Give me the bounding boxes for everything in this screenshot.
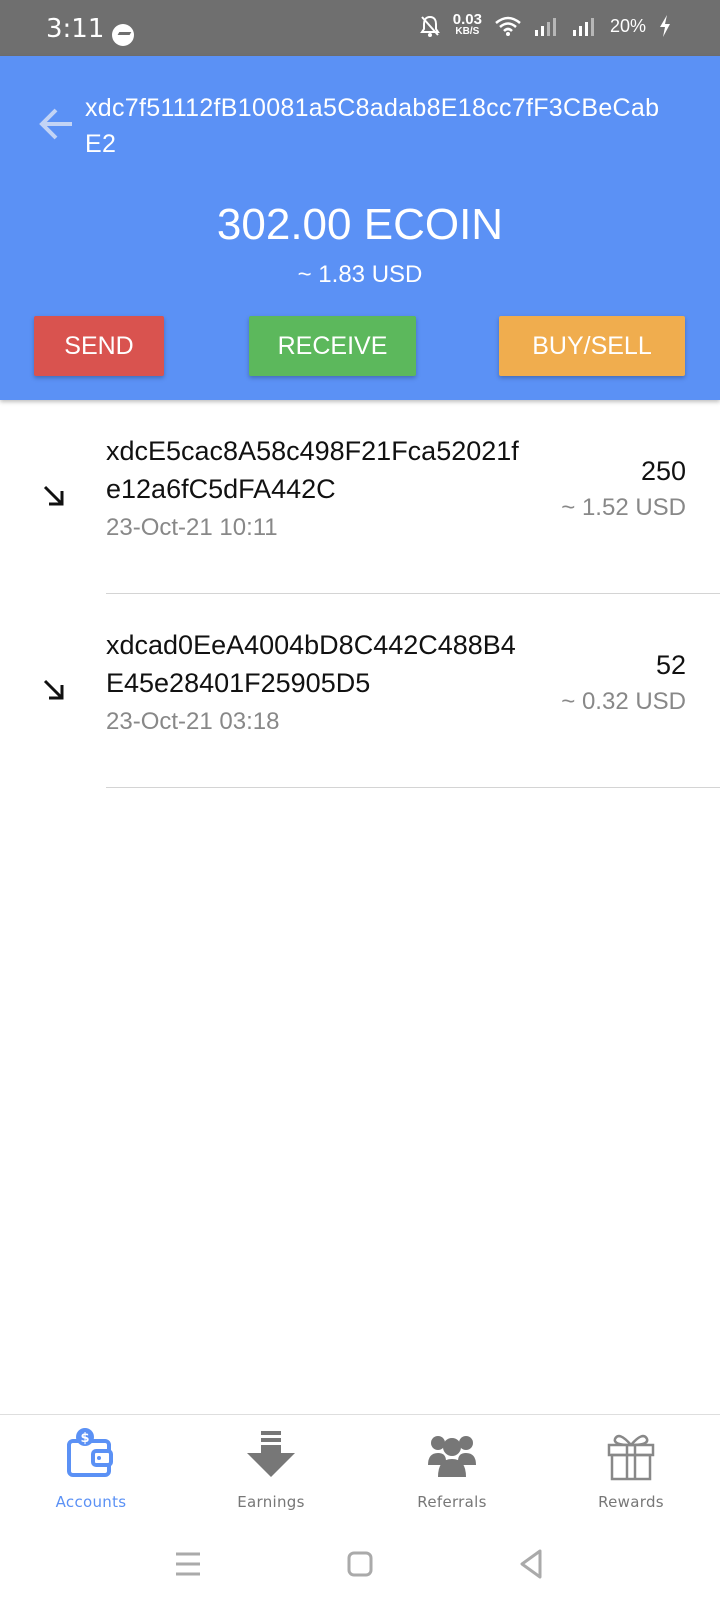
transaction-address: xdcad0EeA4004bD8C442C488B4E45e28401F2590…: [106, 630, 516, 698]
group-icon: [424, 1427, 480, 1483]
gift-icon: [603, 1427, 659, 1483]
nav-label-referrals: Referrals: [417, 1493, 487, 1511]
account-header: xdc7f51112fB10081a5C8adab8E18cc7fF3CBeCa…: [0, 56, 720, 400]
incoming-arrow-icon: [42, 484, 66, 508]
nav-item-referrals[interactable]: Referrals: [377, 1427, 527, 1527]
send-button[interactable]: SEND: [34, 316, 164, 376]
nav-item-earnings[interactable]: Earnings: [196, 1427, 346, 1527]
divider: [106, 787, 720, 788]
account-balance: 302.00 ECOIN: [216, 200, 504, 249]
incoming-arrow-icon: [42, 678, 66, 702]
system-navigation-bar: [0, 1528, 720, 1600]
network-speed-value: 0.03: [452, 11, 482, 28]
transaction-row[interactable]: xdcad0EeA4004bD8C442C488B4E45e28401F2590…: [0, 594, 720, 788]
nav-label-rewards: Rewards: [598, 1493, 664, 1511]
transaction-usd: ~ 1.52 USD: [561, 494, 686, 521]
status-bar: 3:11 0.03 KB/S 20%: [0, 0, 720, 56]
transaction-amount: 52: [655, 650, 686, 680]
transaction-row[interactable]: xdcE5cac8A58c498F21Fca52021fe12a6fC5dFA4…: [0, 400, 720, 594]
bottom-navigation: $ Accounts Earnings Referrals Rewards: [0, 1414, 720, 1528]
receive-button[interactable]: RECEIVE: [249, 316, 416, 376]
signal-icon: [534, 16, 560, 36]
battery-level: 20%: [609, 15, 646, 36]
signal-icon: [572, 16, 598, 36]
transaction-date: 23-Oct-21 03:18: [106, 708, 280, 735]
wifi-icon: [494, 15, 522, 37]
back-icon[interactable]: [512, 1544, 552, 1584]
status-icons: 0.03 KB/S 20%: [419, 11, 672, 38]
nav-item-rewards[interactable]: Rewards: [556, 1427, 706, 1527]
account-balance-usd: ~ 1.83 USD: [297, 261, 423, 288]
account-address: xdc7f51112fB10081a5C8adab8E18cc7fF3CBeCa…: [85, 94, 660, 158]
charging-icon: [658, 14, 672, 38]
bell-muted-icon: [419, 14, 441, 38]
nav-label-earnings: Earnings: [237, 1493, 305, 1511]
transaction-address: xdcE5cac8A58c498F21Fca52021fe12a6fC5dFA4…: [106, 436, 519, 504]
status-time: 3:11: [46, 14, 105, 44]
download-icon: [243, 1427, 299, 1483]
home-icon[interactable]: [340, 1544, 380, 1584]
network-speed-unit: KB/S: [455, 26, 480, 37]
menu-icon[interactable]: [168, 1544, 208, 1584]
transaction-usd: ~ 0.32 USD: [561, 688, 686, 715]
network-speed: 0.03 KB/S: [452, 11, 482, 38]
nav-label-accounts: Accounts: [55, 1493, 127, 1511]
back-arrow-icon[interactable]: [36, 106, 76, 142]
buy-sell-button[interactable]: BUY/SELL: [499, 316, 685, 376]
nav-item-accounts[interactable]: $ Accounts: [16, 1427, 166, 1527]
wallet-icon: $: [63, 1427, 119, 1483]
svg-text:$: $: [80, 1431, 89, 1446]
messenger-icon: [112, 24, 134, 46]
transaction-date: 23-Oct-21 10:11: [106, 514, 278, 541]
transaction-amount: 250: [640, 456, 686, 486]
